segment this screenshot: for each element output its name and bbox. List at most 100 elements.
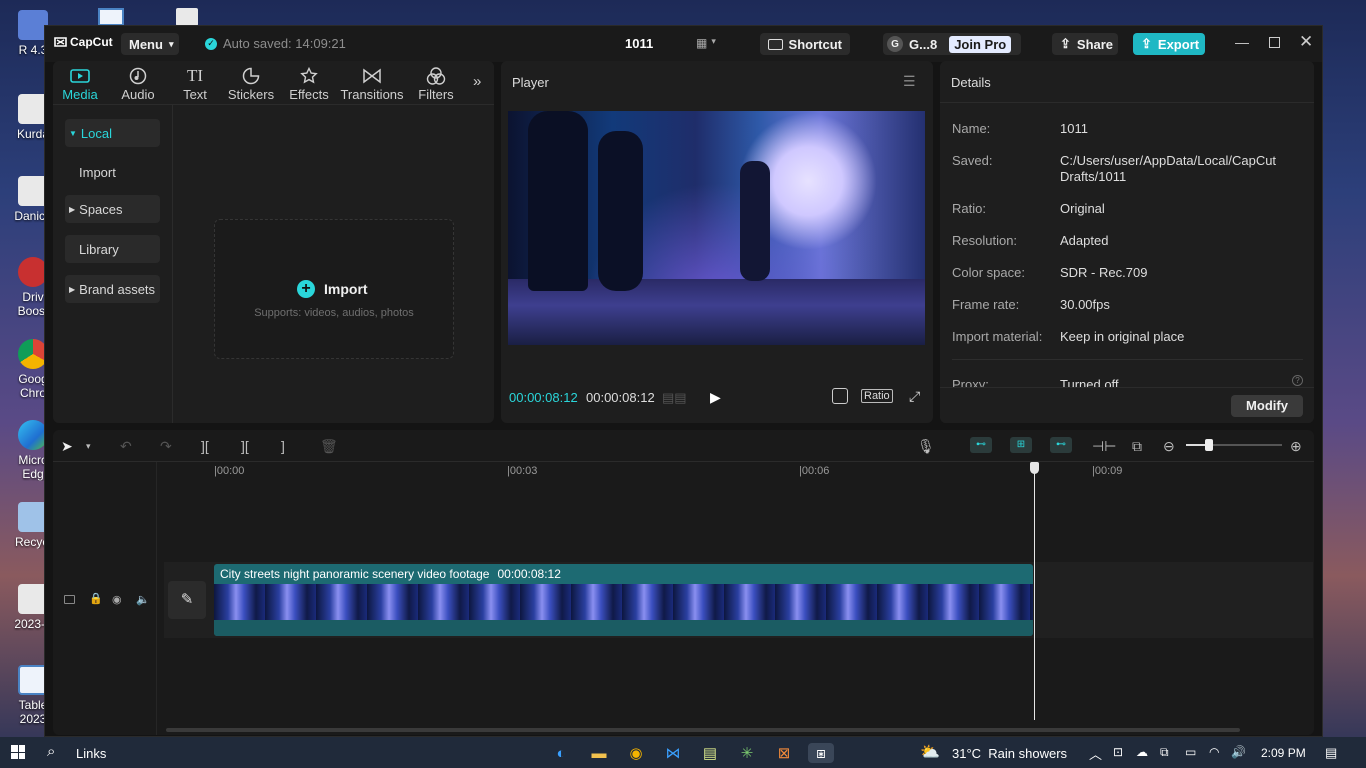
capcut-taskbar-icon[interactable]: ⧆ — [808, 743, 834, 763]
close-icon[interactable]: ✕ — [1299, 32, 1313, 52]
windows-start-icon[interactable] — [11, 745, 25, 759]
import-dropzone[interactable]: + Import Supports: videos, audios, photo… — [214, 219, 454, 359]
battery-icon[interactable]: ▭ — [1185, 745, 1196, 759]
edge-taskbar-icon[interactable]: ◐ — [550, 743, 572, 763]
track-cover-icon[interactable] — [64, 595, 75, 604]
chrome-taskbar-icon[interactable]: ◉ — [625, 743, 647, 763]
tab-stickers[interactable]: Stickers — [221, 65, 281, 102]
timecode-grid-icon[interactable]: ▤▤ — [662, 390, 687, 406]
cover-edit-icon[interactable]: ✎ — [168, 581, 206, 619]
account-area[interactable]: G G...8 Join Pro — [883, 33, 1021, 55]
detail-resolution: Resolution: Adapted — [952, 233, 1109, 248]
play-icon[interactable]: ▶ — [710, 389, 721, 406]
stickers-icon — [242, 67, 260, 85]
preview-icon[interactable]: ⧉ — [1132, 437, 1142, 455]
cloud-icon[interactable]: ☁ — [1136, 745, 1148, 759]
document-icon[interactable] — [176, 8, 198, 26]
filters-icon — [426, 67, 446, 85]
capcut-logo-icon — [54, 37, 67, 47]
search-icon[interactable]: ⌕ — [47, 743, 55, 760]
main-track-magnet-icon[interactable]: ⊷ — [970, 437, 992, 453]
caret-right-icon: ▶ — [69, 204, 76, 214]
fit-screen-icon[interactable] — [832, 388, 848, 404]
ruler-label: |00:03 — [507, 465, 538, 477]
maximize-icon[interactable] — [1269, 37, 1280, 48]
video-clip[interactable]: City streets night panoramic scenery vid… — [214, 564, 1033, 636]
network-share-icon[interactable]: ⧉ — [1160, 745, 1169, 760]
detail-frame-rate: Frame rate: 30.00fps — [952, 297, 1110, 312]
auto-snap-icon[interactable]: ⊞ — [1010, 437, 1032, 453]
zoom-slider-handle[interactable] — [1205, 439, 1213, 451]
vscode-icon[interactable]: ⋈ — [662, 743, 684, 763]
export-button[interactable]: ⇪ Export — [1133, 33, 1205, 55]
timeline-ruler[interactable] — [164, 462, 1313, 480]
detail-proxy: Proxy: Turned off — [952, 377, 1119, 387]
tab-transitions[interactable]: Transitions — [336, 65, 408, 102]
sidebar-item-import[interactable]: Import — [65, 158, 160, 186]
video-preview[interactable] — [508, 111, 925, 345]
minimize-icon[interactable]: — — [1235, 34, 1249, 50]
taskbar-search-label[interactable]: Links — [76, 746, 106, 761]
sidebar-item-spaces[interactable]: ▶ Spaces — [65, 195, 160, 223]
help-icon[interactable]: ? — [1292, 375, 1303, 386]
tab-text[interactable]: TI Text — [165, 65, 225, 102]
undo-icon[interactable]: ↶ — [120, 437, 132, 455]
timeline-scrollbar[interactable] — [166, 728, 1240, 732]
sidebar-item-library[interactable]: Library — [65, 235, 160, 263]
delete-right-icon[interactable]: ] — [281, 437, 285, 455]
fullscreen-icon[interactable]: ⤢ — [909, 388, 920, 405]
clip-title-bar: City streets night panoramic scenery vid… — [220, 567, 561, 581]
weather-text[interactable]: 31°C Rain showers — [952, 746, 1067, 761]
join-pro-button[interactable]: Join Pro — [949, 35, 1012, 53]
import-button[interactable]: + Import — [297, 280, 368, 298]
notepad-icon[interactable]: ▤ — [699, 743, 721, 763]
caret-down-icon: ▼ — [69, 128, 77, 138]
select-tool-icon[interactable]: ➤ — [61, 437, 73, 455]
layout-button[interactable]: ▦ ▾ — [696, 36, 716, 50]
spreadsheet-icon[interactable] — [98, 8, 124, 26]
detail-ratio: Ratio: Original — [952, 201, 1105, 216]
chevron-down-icon[interactable]: ▾ — [86, 437, 91, 455]
speaker-icon[interactable]: 🔊 — [1231, 745, 1246, 759]
weather-icon[interactable]: ⛅ — [920, 742, 940, 762]
app-icon[interactable]: ✳ — [736, 743, 758, 763]
redo-icon[interactable]: ↷ — [160, 437, 172, 455]
tray-icon[interactable]: ⊡ — [1113, 745, 1123, 759]
playhead-handle[interactable] — [1030, 462, 1039, 474]
zoom-in-icon[interactable]: ⊕ — [1290, 437, 1302, 455]
sidebar-item-brand-assets[interactable]: ▶ Brand assets — [65, 275, 160, 303]
more-tabs-icon[interactable]: » — [473, 73, 481, 90]
delete-left-icon[interactable]: ][ — [241, 437, 249, 455]
microphone-icon[interactable]: 🎙 — [917, 437, 935, 455]
video-figure — [598, 131, 643, 291]
modify-button[interactable]: Modify — [1231, 395, 1303, 417]
linkage-icon[interactable]: ⊷ — [1050, 437, 1072, 453]
zoom-out-icon[interactable]: ⊖ — [1163, 437, 1175, 455]
volume-icon[interactable]: 🔈 — [136, 593, 150, 606]
chevron-up-icon[interactable]: ︿ — [1089, 744, 1102, 763]
shortcut-button[interactable]: Shortcut — [760, 33, 850, 55]
xampp-icon[interactable]: ⊠ — [773, 743, 795, 763]
ratio-button[interactable]: Ratio — [861, 389, 893, 403]
player-menu-icon[interactable]: ☰ — [903, 73, 916, 90]
trash-icon[interactable]: 🗑 — [320, 437, 338, 455]
details-header — [940, 61, 1314, 103]
video-figure — [528, 111, 588, 291]
playhead[interactable] — [1034, 462, 1035, 720]
tab-filters[interactable]: Filters — [406, 65, 466, 102]
menu-button[interactable]: Menu ▾ — [121, 33, 179, 55]
sidebar-item-local[interactable]: ▼ Local — [65, 119, 160, 147]
tab-media[interactable]: Media — [53, 65, 110, 102]
preview-axis-icon[interactable]: ⊣⊢ — [1092, 437, 1116, 455]
project-name[interactable]: 1011 — [625, 36, 653, 51]
lock-icon[interactable]: 🔒 — [89, 592, 103, 605]
split-icon[interactable]: ][ — [201, 437, 209, 455]
share-button[interactable]: ⇪ Share — [1052, 33, 1118, 55]
file-explorer-icon[interactable]: ▬ — [588, 743, 610, 763]
clock[interactable]: 2:09 PM — [1261, 746, 1306, 760]
tab-effects[interactable]: Effects — [279, 65, 339, 102]
notifications-icon[interactable]: ▤ — [1325, 745, 1337, 761]
wifi-icon[interactable]: ◠ — [1209, 745, 1219, 759]
eye-icon[interactable]: ◉ — [112, 593, 122, 606]
tab-audio[interactable]: Audio — [108, 65, 168, 102]
